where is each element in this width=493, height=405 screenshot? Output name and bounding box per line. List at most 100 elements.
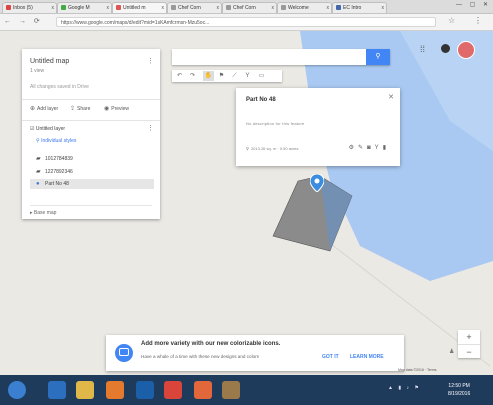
system-tray[interactable]: ▲ ▮ ♪ ⚑ [388,385,421,391]
measure-icon: ⚲ [246,146,249,151]
undo-icon[interactable]: ↶ [174,71,185,81]
preview-button[interactable]: ◉ Preview [104,105,129,112]
banner-heading: Add more variety with our new colorizabl… [141,341,281,347]
search-input[interactable] [176,52,366,62]
layer-item[interactable]: ▰ 1012784839 [36,155,73,162]
close-tab-icon[interactable]: x [382,3,385,13]
map-options-icon[interactable]: ⋮ [147,57,154,65]
drawing-toolbar: ↶ ↷ ✋ ⚑ ⟋ Y ▭ [172,70,282,82]
preview-icon: ◉ [104,106,110,112]
navigation-icons[interactable]: ← → ⟳ [4,17,43,25]
banner-subtext: Have a whale of a time with these new de… [141,354,259,359]
paint-icon[interactable] [222,381,240,399]
layer-options-icon[interactable]: ⋮ [147,124,154,132]
base-map-toggle[interactable]: ▸ Base map [30,205,152,216]
window-controls[interactable]: — ▢ ✕ [456,1,491,8]
page-icon [281,5,286,11]
search-button[interactable]: ⚲ [366,49,390,65]
browser-tab-active[interactable]: Untitled mx [112,2,167,13]
zoom-out-button[interactable]: − [458,344,480,359]
address-bar: ← → ⟳ https://www.google.com/maps/d/edit… [0,14,493,31]
browser-tab-bar: Inbox (5) x Google Mx Untitled mx Chef Co… [0,0,493,14]
search-icon: ⚲ [375,53,381,60]
close-tab-icon[interactable]: x [217,3,220,13]
feature-info-window: Part No 48 ✕ No description for this fea… [236,88,400,166]
add-layer-icon: ⊕ [30,106,36,112]
feature-description: No description for this feature [246,121,305,126]
maps-logo-icon [115,344,133,362]
system-clock[interactable]: 12:50 PM 8/19/2016 [448,382,470,398]
layer-item[interactable]: ▰ 1227892346 [36,168,73,175]
share-button[interactable]: ⇪ Share [70,105,90,112]
layer-item-selected[interactable]: ● Part No 48 [30,179,154,189]
map-attribution[interactable]: Map data ©2016 · Terms [398,368,437,372]
zoom-controls: + − [458,330,480,358]
browser-menu-icon[interactable]: ⋮ [474,16,482,25]
browser-tab[interactable]: Chef Corn x [222,2,277,13]
page-icon [336,5,341,11]
ruler-icon[interactable]: ▭ [256,71,267,81]
feature-tools: ⚙✎◙Y▮ [349,144,390,151]
gmail-icon [6,5,11,11]
media-player-icon[interactable] [106,381,124,399]
expand-icon: ▸ [30,210,33,216]
share-icon: ⇪ [70,106,76,112]
promo-banner: Add more variety with our new colorizabl… [106,335,404,371]
learn-more-button[interactable]: LEARN MORE [350,354,384,360]
google-icon [61,5,66,11]
styles-link[interactable]: ⚲ Individual styles [36,138,76,144]
close-tab-icon[interactable]: x [272,3,275,13]
close-tab-icon[interactable]: x [327,3,330,13]
browser-tab[interactable]: Welcome x [277,2,332,13]
style-paint-icon[interactable]: ⚙ [349,145,358,151]
windows-taskbar: ▲ ▮ ♪ ⚑ 12:50 PM 8/19/2016 [0,375,493,405]
feature-measurement: ⚲ 2013.26 sq. m · 0.50 acres [246,146,299,151]
panel-actions: ⊕ Add layer ⇪ Share ◉ Preview [22,99,160,121]
map-title[interactable]: Untitled map [30,58,69,65]
save-status: All changes saved in Drive [30,84,89,90]
browser-tab[interactable]: Inbox (5) x [2,2,57,13]
browser-tab[interactable]: Chef Corn x [167,2,222,13]
camera-icon[interactable]: ◙ [367,145,375,151]
url-field[interactable]: https://www.google.com/maps/d/edit?mid=1… [56,17,436,27]
notifications-icon[interactable] [441,44,450,53]
got-it-button[interactable]: GOT IT [322,354,339,360]
close-tab-icon[interactable]: x [107,3,110,13]
hp-icon[interactable] [136,381,154,399]
map-side-panel: Untitled map 1 view All changes saved in… [22,49,160,219]
feature-title: Part No 48 [246,97,276,103]
view-count: 1 view [30,68,45,74]
hand-icon[interactable]: ✋ [203,71,214,81]
delete-icon[interactable]: ▮ [383,145,390,151]
street-view-icon[interactable]: ♟ [449,348,454,355]
chrome-icon[interactable] [164,381,182,399]
redo-icon[interactable]: ↷ [187,71,198,81]
bookmark-star-icon[interactable]: ☆ [448,16,455,25]
folder-icon[interactable] [76,381,94,399]
apps-grid-icon[interactable]: ⁞⁞ [420,44,425,54]
route-icon[interactable]: Y [242,71,253,81]
add-layer-button[interactable]: ⊕ Add layer [30,105,58,112]
close-tab-icon[interactable]: x [162,3,165,13]
page-icon [226,5,231,11]
browser-tab[interactable]: EC Intro x [332,2,387,13]
avatar[interactable] [457,41,475,59]
style-icon: ⚲ [36,138,40,144]
close-icon[interactable]: ✕ [388,93,394,101]
firefox-icon[interactable] [194,381,212,399]
layer-name[interactable]: ☑ Untitled layer [30,126,65,132]
browser-tab[interactable]: Google Mx [57,2,112,13]
ie-icon[interactable] [48,381,66,399]
map-pin-icon[interactable] [309,173,325,193]
zoom-in-button[interactable]: + [458,330,480,344]
directions-icon[interactable]: Y [375,145,383,151]
draw-line-icon[interactable]: ⟋ [229,71,240,81]
start-button[interactable] [8,381,26,399]
marker-icon[interactable]: ⚑ [216,71,227,81]
close-tab-icon[interactable]: x [52,3,55,13]
checkbox-icon[interactable]: ☑ [30,126,34,132]
polygon-icon: ▰ [36,169,41,175]
page-icon [171,5,176,11]
polygon-icon: ▰ [36,156,41,162]
edit-icon[interactable]: ✎ [358,145,367,151]
